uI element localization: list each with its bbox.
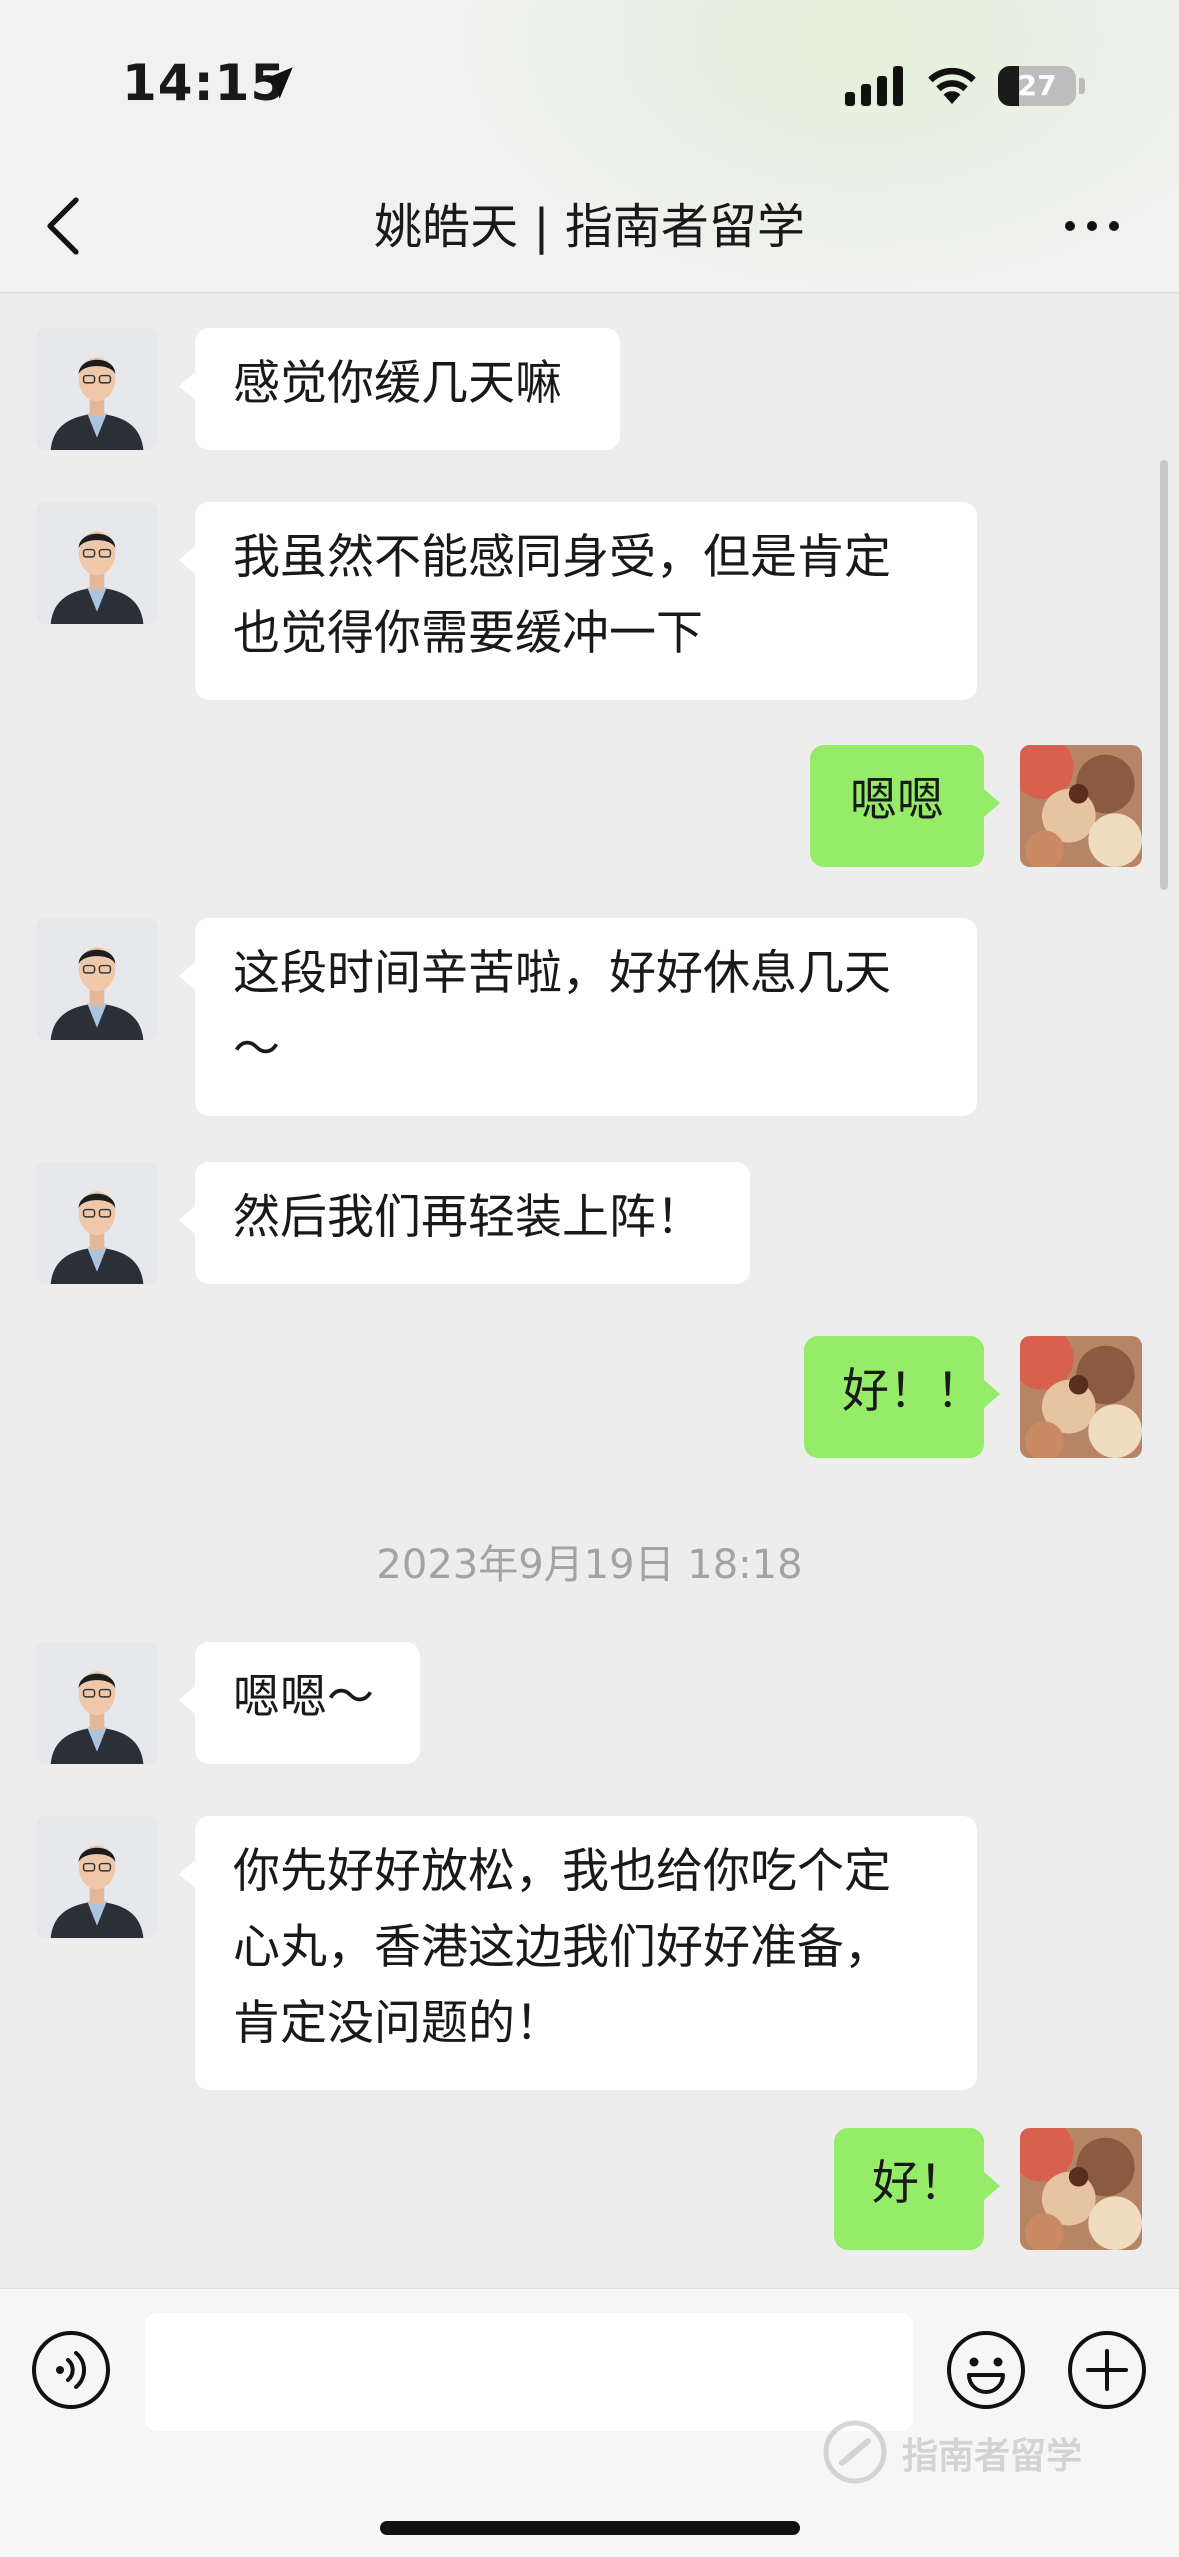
message-timestamp: 2023年9月19日 18:18 bbox=[376, 1542, 803, 1588]
signal-icon bbox=[845, 66, 903, 106]
message-bubble[interactable]: 这段时间辛苦啦，好好休息几天 ～ bbox=[179, 918, 977, 1116]
message-bubble[interactable]: 好！！ bbox=[804, 1336, 1000, 1458]
message-bubble[interactable]: 你先好好放松，我也给你吃个定 心丸，香港这边我们好好准备， 肯定没问题的！ bbox=[179, 1816, 977, 2090]
plus-icon[interactable] bbox=[1066, 2329, 1148, 2411]
contact-avatar[interactable] bbox=[36, 328, 158, 450]
message-bubble[interactable]: 嗯嗯～ bbox=[179, 1642, 420, 1764]
message-input[interactable] bbox=[145, 2313, 913, 2431]
scrollbar[interactable] bbox=[1160, 460, 1168, 890]
user-avatar[interactable] bbox=[1020, 2128, 1142, 2250]
top-bar: 14:15 27 姚皓天 | 指南者留学 bbox=[0, 0, 1179, 293]
message-bubble[interactable]: 我虽然不能感同身受，但是肯定 也觉得你需要缓冲一下 bbox=[179, 502, 977, 700]
message-bubble[interactable]: 嗯嗯 bbox=[810, 745, 1000, 867]
battery-indicator: 27 bbox=[998, 66, 1076, 106]
contact-avatar[interactable] bbox=[36, 502, 158, 624]
contact-avatar[interactable] bbox=[36, 1642, 158, 1764]
contact-avatar[interactable] bbox=[36, 1816, 158, 1938]
message-bubble[interactable]: 感觉你缓几天嘛 bbox=[179, 328, 620, 450]
message-bubble[interactable]: 好！ bbox=[834, 2128, 1000, 2250]
contact-avatar[interactable] bbox=[36, 918, 158, 1040]
emoji-icon[interactable] bbox=[945, 2329, 1027, 2411]
watermark-logo-icon bbox=[823, 2420, 887, 2484]
input-bar: 指南者留学 bbox=[0, 2288, 1179, 2557]
chat-title: 姚皓天 | 指南者留学 bbox=[374, 199, 805, 255]
user-avatar[interactable] bbox=[1020, 1336, 1142, 1458]
watermark-text: 指南者留学 bbox=[902, 2436, 1083, 2477]
battery-tip bbox=[1079, 78, 1085, 94]
wifi-icon bbox=[928, 67, 976, 104]
more-dots-icon[interactable] bbox=[1062, 214, 1122, 238]
location-arrow-icon bbox=[261, 67, 293, 99]
battery-percent: 27 bbox=[1017, 69, 1057, 102]
watermark: 指南者留学 bbox=[822, 2419, 1162, 2499]
voice-icon[interactable] bbox=[30, 2329, 112, 2411]
user-avatar[interactable] bbox=[1020, 745, 1142, 867]
message-bubble[interactable]: 然后我们再轻装上阵！ bbox=[179, 1162, 750, 1284]
home-indicator[interactable] bbox=[380, 2521, 800, 2535]
contact-avatar[interactable] bbox=[36, 1162, 158, 1284]
